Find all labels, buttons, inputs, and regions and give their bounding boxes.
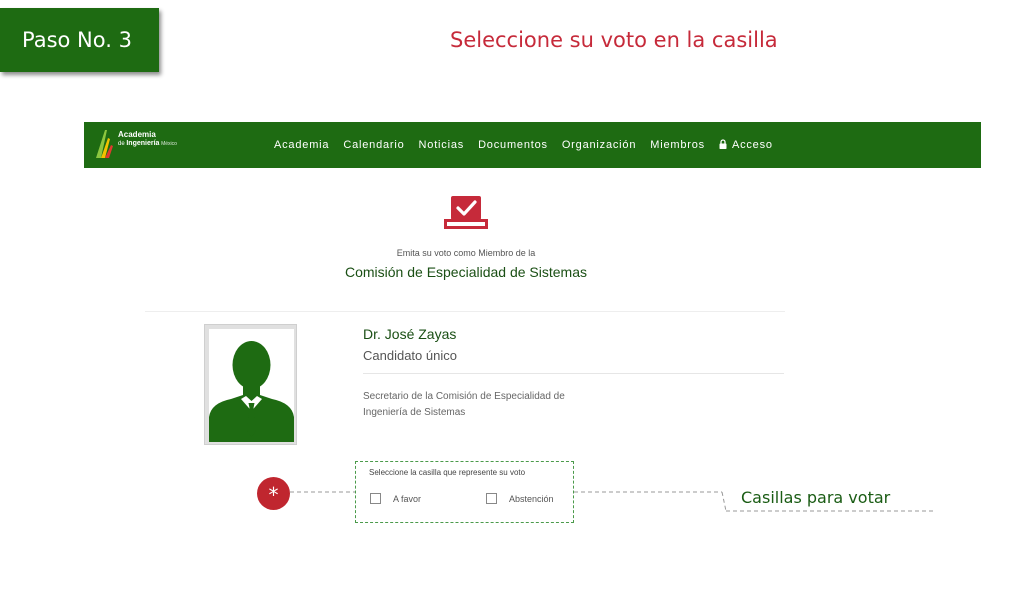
callout-label: Casillas para votar: [741, 488, 891, 507]
checkbox-a-favor[interactable]: [370, 493, 381, 504]
checkbox-abstencion[interactable]: [486, 493, 497, 504]
vote-options-box: Seleccione la casilla que represente su …: [355, 461, 574, 523]
vote-prompt: Seleccione la casilla que represente su …: [369, 468, 526, 477]
option-a-favor-label: A favor: [393, 493, 422, 504]
step-marker: *: [257, 477, 290, 510]
option-abstencion[interactable]: Abstención: [486, 493, 554, 504]
option-a-favor[interactable]: A favor: [370, 493, 421, 504]
option-abstencion-label: Abstención: [509, 493, 554, 504]
